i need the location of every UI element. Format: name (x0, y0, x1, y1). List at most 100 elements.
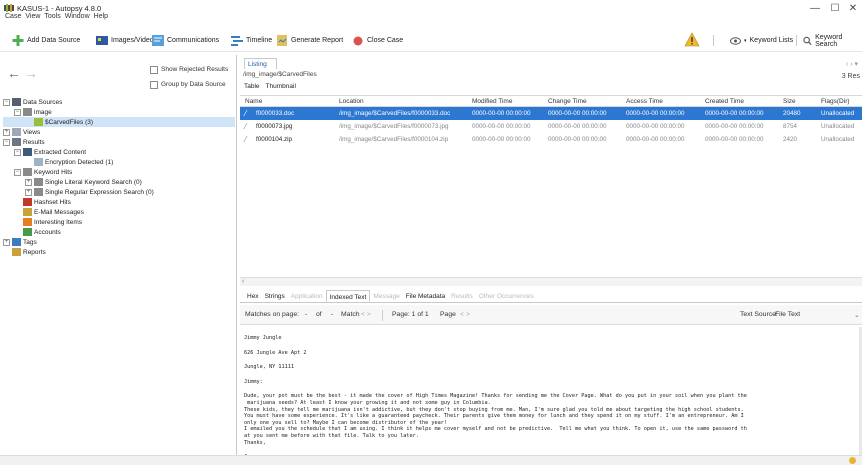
collapse-icon[interactable]: − (14, 168, 21, 176)
cell-change: 0000-00-00 00:00:00 (548, 123, 607, 130)
tree-item[interactable]: E-Mail Messages (3, 207, 235, 217)
tab-hex[interactable]: Hex (244, 290, 262, 302)
communications-icon (152, 35, 164, 46)
views-icon (12, 128, 21, 136)
timeline-button[interactable]: Timeline (231, 34, 272, 47)
toolbar-separator (796, 35, 797, 46)
close-window-button[interactable]: ✕ (844, 3, 862, 15)
match-navigation-bar: Matches on page: - of - Match < > Page: … (240, 305, 862, 325)
menu-case[interactable]: Case (5, 13, 21, 24)
tree-item[interactable]: − Keyword Hits (3, 167, 235, 177)
forward-arrow-icon[interactable]: → (24, 66, 38, 80)
column-name[interactable]: Name (245, 98, 262, 105)
tab-strings[interactable]: Strings (262, 290, 288, 302)
group-by-data-source-checkbox[interactable] (150, 81, 158, 89)
tab-listing[interactable]: Listing (244, 58, 277, 69)
expand-icon[interactable]: + (3, 238, 10, 246)
menu-help[interactable]: Help (94, 13, 108, 24)
cell-access: 0000-00-00 00:00:00 (626, 110, 685, 117)
generate-report-label: Generate Report (291, 37, 344, 44)
tree-item[interactable]: Interesting Items (3, 217, 235, 227)
collapse-icon[interactable]: − (3, 138, 10, 146)
tree-item-label: Hashset Hits (34, 198, 71, 206)
close-case-label: Close Case (367, 37, 404, 44)
match-prev-next-buttons[interactable]: < > (361, 311, 371, 318)
back-arrow-icon[interactable]: ← (7, 66, 21, 80)
warning-icon[interactable] (684, 32, 700, 47)
notification-icon[interactable] (849, 457, 856, 464)
text-source-select[interactable]: File Text (775, 311, 800, 318)
chevron-down-icon[interactable]: ⌄ (854, 311, 860, 319)
keyword-hits-icon (23, 168, 32, 176)
tab-results[interactable]: Results (448, 290, 476, 302)
tree-item[interactable]: + Tags (3, 237, 235, 247)
expand-icon[interactable]: + (25, 178, 32, 186)
tree-item[interactable]: + Single Regular Expression Search (0) (3, 187, 235, 197)
tree-item[interactable]: − image (3, 107, 235, 117)
tab-indexed-text[interactable]: Indexed Text (325, 290, 371, 302)
tree-item[interactable]: $CarvedFiles (3) (3, 117, 235, 127)
column-modified-time[interactable]: Modified Time (472, 98, 512, 105)
cell-name: f0000073.jpg (256, 123, 293, 130)
menu-window[interactable]: Window (65, 13, 90, 24)
tree-item[interactable]: Hashset Hits (3, 197, 235, 207)
column-flags[interactable]: Flags(Dir) (821, 98, 850, 105)
minimize-button[interactable]: — (806, 3, 824, 15)
table-row[interactable]: ⁄ f0000073.jpg/img_image/$CarvedFiles/f00… (240, 120, 862, 133)
tree-item[interactable]: − Extracted Content (3, 147, 235, 157)
column-size[interactable]: Size (783, 98, 796, 105)
page-indicator: Page: 1 of 1 (392, 311, 429, 318)
column-created-time[interactable]: Created Time (705, 98, 744, 105)
keyword-lists-button[interactable]: ▾ Keyword Lists (730, 34, 793, 47)
tree-item-label: $CarvedFiles (3) (45, 118, 94, 126)
table-row[interactable]: ⁄ f0000104.zip/img_image/$CarvedFiles/f00… (240, 133, 862, 146)
menu-view[interactable]: View (25, 13, 40, 24)
scroll-left-icon[interactable]: ‹ (242, 278, 244, 285)
collapse-icon[interactable]: − (14, 108, 21, 116)
communications-button[interactable]: Communications (152, 34, 219, 47)
tree-item[interactable]: + Single Literal Keyword Search (0) (3, 177, 235, 187)
tab-message[interactable]: Message (370, 290, 402, 302)
tree-item-label: image (34, 108, 52, 116)
table-row[interactable]: ⁄ f0000033.doc/img_image/$CarvedFiles/f00… (240, 107, 862, 120)
column-access-time[interactable]: Access Time (626, 98, 663, 105)
maximize-button[interactable]: ☐ (826, 3, 844, 15)
close-case-button[interactable]: Close Case (352, 34, 403, 47)
menu-tools[interactable]: Tools (44, 13, 60, 24)
match-label: Match (341, 311, 360, 318)
carved-files-icon (34, 118, 43, 126)
tree-item[interactable]: + Views (3, 127, 235, 137)
file-table: Name Location Modified Time Change Time … (240, 95, 862, 146)
tab-table[interactable]: Table (244, 83, 260, 90)
extracted-content-icon (23, 148, 32, 156)
panel-nav-arrows[interactable]: ‹ › ▾ (846, 60, 858, 68)
expand-icon[interactable]: + (3, 128, 10, 136)
page-prev-next-buttons[interactable]: < > (460, 311, 470, 318)
tree-item[interactable]: Encryption Detected (1) (3, 157, 235, 167)
tree-item[interactable]: − Data Sources (3, 97, 235, 107)
show-rejected-checkbox[interactable] (150, 66, 158, 74)
collapse-icon[interactable]: − (14, 148, 21, 156)
tab-thumbnail[interactable]: Thumbnail (266, 83, 296, 90)
cell-size: 20480 (783, 110, 801, 117)
generate-report-button[interactable]: Generate Report (276, 34, 343, 47)
expand-icon[interactable]: + (25, 188, 32, 196)
keyword-search-button[interactable]: Keyword Search (803, 34, 862, 48)
horizontal-scrollbar[interactable]: ‹ (240, 277, 862, 286)
tree-item[interactable]: Reports (3, 247, 235, 257)
tree-item[interactable]: − Results (3, 137, 235, 147)
images-videos-button[interactable]: Images/Videos (96, 34, 157, 47)
tab-file-metadata[interactable]: File Metadata (403, 290, 448, 302)
tree-item-label: Reports (23, 248, 46, 256)
column-location[interactable]: Location (339, 98, 364, 105)
collapse-icon[interactable]: − (3, 98, 10, 106)
tab-other-occurrences[interactable]: Other Occurrences (476, 290, 537, 302)
add-data-source-button[interactable]: Add Data Source (12, 34, 80, 47)
column-change-time[interactable]: Change Time (548, 98, 587, 105)
tab-application[interactable]: Application (288, 290, 326, 302)
interesting-items-icon (23, 218, 32, 226)
tree-item[interactable]: Accounts (3, 227, 235, 237)
match-of-label: of (316, 311, 322, 318)
